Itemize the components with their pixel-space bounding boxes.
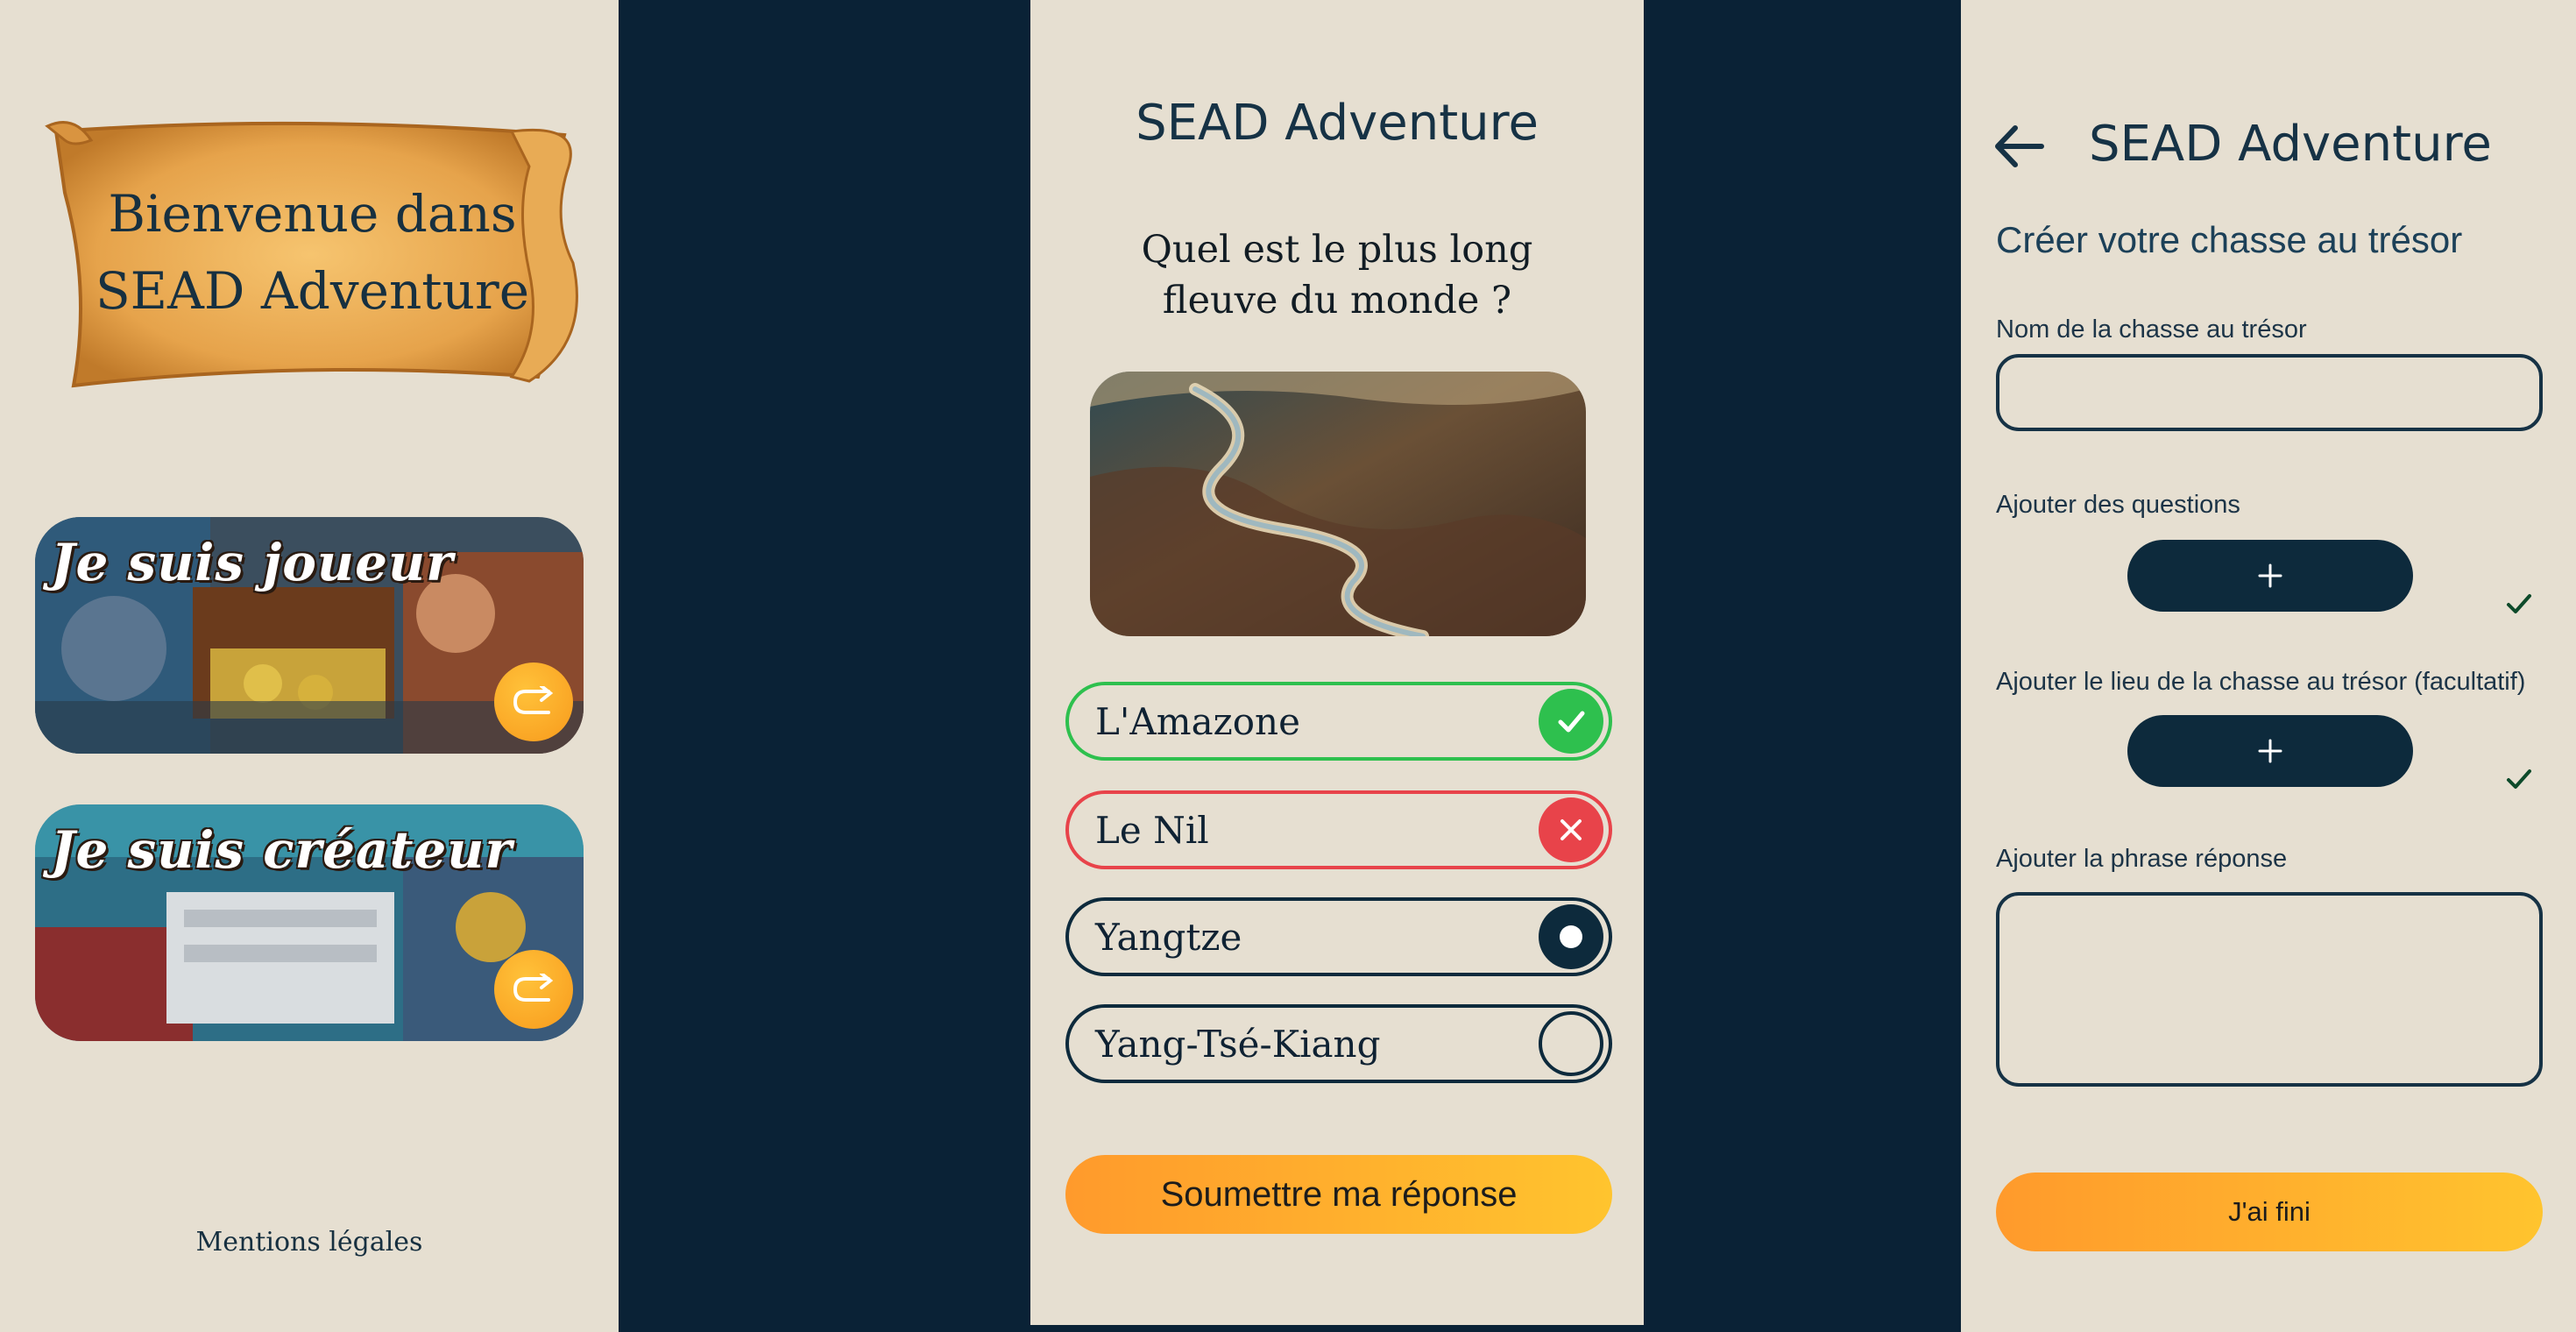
plus-icon (2258, 739, 2282, 763)
answer-label: L'Amazone (1095, 699, 1300, 743)
hunt-name-input[interactable] (1996, 354, 2543, 431)
add-questions-label: Ajouter des questions (1996, 491, 2240, 519)
back-arrow-icon[interactable] (1992, 123, 2045, 170)
plus-icon (2258, 563, 2282, 588)
quiz-screen: SEAD Adventure Quel est le plus long fle… (1030, 0, 1644, 1325)
answer-label: Yang-Tsé-Kiang (1095, 1022, 1381, 1066)
add-location-label: Ajouter le lieu de la chasse au trésor (… (1996, 668, 2526, 696)
check-icon (1539, 689, 1603, 754)
answer-phrase-label: Ajouter la phrase réponse (1996, 845, 2288, 873)
finish-button[interactable]: J'ai fini (1996, 1173, 2543, 1251)
add-question-button[interactable] (2127, 540, 2413, 612)
home-screen: Bienvenue dans SEAD Adventure Je suis jo… (0, 0, 619, 1332)
player-card-button[interactable]: Je suis joueur (35, 517, 584, 754)
question-text: Quel est le plus long fleuve du monde ? (1141, 228, 1533, 322)
arrow-right-icon[interactable] (494, 950, 573, 1029)
creator-card-button[interactable]: Je suis créateur (35, 804, 584, 1041)
app-title: SEAD Adventure (1136, 95, 1539, 152)
check-icon (2507, 594, 2531, 613)
arrow-right-icon[interactable] (494, 662, 573, 741)
answer-label: Le Nil (1095, 808, 1209, 852)
radio-selected-icon (1539, 904, 1603, 969)
answer-option[interactable]: L'Amazone (1065, 682, 1612, 761)
app-title: SEAD Adventure (2089, 116, 2492, 173)
answer-label: Yangtze (1095, 915, 1242, 959)
add-location-button[interactable] (2127, 715, 2413, 787)
page-subtitle: Créer votre chasse au trésor (1996, 219, 2463, 260)
welcome-scroll-banner: Bienvenue dans SEAD Adventure (39, 114, 580, 393)
player-card-label: Je suis joueur (51, 533, 454, 592)
hunt-name-label: Nom de la chasse au trésor (1996, 315, 2307, 344)
answer-option[interactable]: Le Nil (1065, 790, 1612, 869)
legal-notice-link[interactable]: Mentions légales (0, 1227, 619, 1258)
welcome-title-line2: SEAD Adventure (95, 261, 530, 321)
answer-option[interactable]: Yang-Tsé-Kiang (1065, 1004, 1612, 1083)
submit-answer-button[interactable]: Soumettre ma réponse (1065, 1155, 1612, 1234)
river-aerial-image (1090, 372, 1586, 636)
answer-option[interactable]: Yangtze (1065, 897, 1612, 976)
radio-empty-icon (1539, 1011, 1603, 1076)
check-icon (2507, 769, 2531, 789)
creator-card-label: Je suis créateur (51, 820, 513, 880)
welcome-title-line1: Bienvenue dans (108, 184, 517, 244)
create-hunt-screen: SEAD Adventure Créer votre chasse au tré… (1961, 0, 2576, 1332)
answer-phrase-textarea[interactable] (1996, 892, 2543, 1087)
close-icon (1539, 797, 1603, 862)
